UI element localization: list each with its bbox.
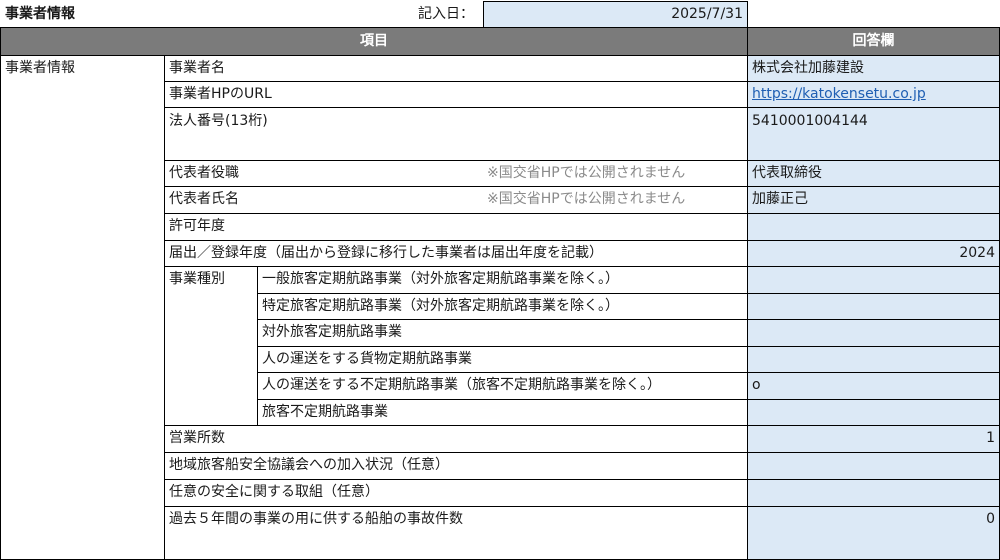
corp-number-label: 法人番号(13桁) <box>169 113 268 129</box>
reg-year-answer[interactable]: 2024 <box>752 243 995 263</box>
name-answer[interactable]: 株式会社加藤建設 <box>752 58 864 78</box>
business-type-label: 事業種別 <box>169 271 225 287</box>
type-answer-5[interactable]: o <box>752 375 761 395</box>
type-label-6: 旅客不定期航路事業 <box>262 404 388 420</box>
header-answer: 回答欄 <box>748 28 999 55</box>
corp-number-answer[interactable]: 5410001004144 <box>752 111 868 131</box>
safety-label: 任意の安全に関する取組（任意） <box>169 484 379 500</box>
rep-name-label: 代表者氏名 <box>169 191 239 207</box>
date-field[interactable]: 2025/7/31 <box>483 1 748 28</box>
type-label-4: 人の運送をする貨物定期航路事業 <box>262 351 472 367</box>
type-label-1: 一般旅客定期航路事業（対外旅客定期航路事業を除く。） <box>262 271 619 287</box>
url-answer-link[interactable]: https://katokensetu.co.jp <box>752 84 926 104</box>
reg-year-label: 届出／登録年度（届出から登録に移行した事業者は届出年度を記載） <box>169 245 603 261</box>
section-label: 事業者情報 <box>5 60 75 76</box>
header-item: 項目 <box>1 28 747 55</box>
type-label-3: 対外旅客定期航路事業 <box>262 324 402 340</box>
permit-year-label: 許可年度 <box>169 218 225 234</box>
url-label: 事業者HPのURL <box>169 86 272 102</box>
rep-title-answer[interactable]: 代表取締役 <box>752 163 822 183</box>
type-label-5: 人の運送をする不定期航路事業（旅客不定期航路事業を除く。） <box>262 377 661 393</box>
name-label: 事業者名 <box>169 60 225 76</box>
date-value: 2025/7/31 <box>671 6 743 22</box>
rep-title-note: ※国交省HPでは公開されません <box>487 165 686 181</box>
rep-title-label: 代表者役職 <box>169 165 239 181</box>
date-label: 記入日： <box>418 6 474 22</box>
accidents-label: 過去５年間の事業の用に供する船舶の事故件数 <box>169 511 463 527</box>
offices-answer[interactable]: 1 <box>752 428 995 448</box>
type-label-2: 特定旅客定期航路事業（対外旅客定期航路事業を除く。） <box>262 298 619 314</box>
council-label: 地域旅客船安全協議会への加入状況（任意） <box>169 457 449 473</box>
accidents-answer[interactable]: 0 <box>752 509 995 529</box>
rep-name-answer[interactable]: 加藤正己 <box>752 189 808 209</box>
page-title: 事業者情報 <box>5 6 75 22</box>
offices-label: 営業所数 <box>169 430 225 446</box>
rep-name-note: ※国交省HPでは公開されません <box>487 191 686 207</box>
